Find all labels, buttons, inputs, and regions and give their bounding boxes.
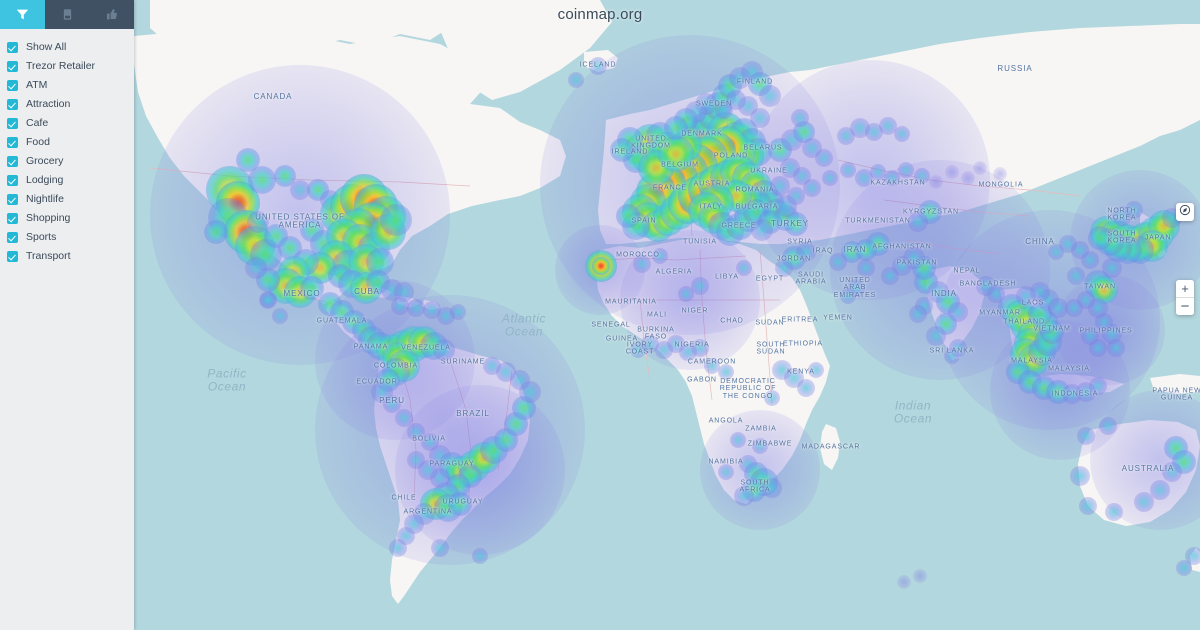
- checkbox-shopping[interactable]: [7, 213, 18, 224]
- checkbox-sports[interactable]: [7, 232, 18, 243]
- checkbox-grocery[interactable]: [7, 156, 18, 167]
- filter-row-trezor-retailer[interactable]: Trezor Retailer: [7, 57, 134, 76]
- filter-label: Attraction: [26, 98, 71, 111]
- checkbox-lodging[interactable]: [7, 175, 18, 186]
- filter-row-atm[interactable]: ATM: [7, 76, 134, 95]
- filter-row-shopping[interactable]: Shopping: [7, 209, 134, 228]
- filter-label: Trezor Retailer: [26, 60, 96, 73]
- coinmap-page: CANADA UNITED STATES OF AMERICA MEXICO CUBA…: [0, 0, 1200, 630]
- sidebar-tabbar: [0, 0, 134, 29]
- filter-row-sports[interactable]: Sports: [7, 228, 134, 247]
- map-canvas[interactable]: CANADA UNITED STATES OF AMERICA MEXICO CUBA…: [0, 0, 1200, 630]
- thumbs-up-icon: [105, 8, 118, 21]
- filter-row-grocery[interactable]: Grocery: [7, 152, 134, 171]
- filter-row-transport[interactable]: Transport: [7, 247, 134, 266]
- filter-label: Cafe: [26, 117, 49, 130]
- filter-row-attraction[interactable]: Attraction: [7, 95, 134, 114]
- filter-row-show-all[interactable]: Show All: [7, 38, 134, 57]
- checkbox-attraction[interactable]: [7, 99, 18, 110]
- checkbox-cafe[interactable]: [7, 118, 18, 129]
- filter-row-lodging[interactable]: Lodging: [7, 171, 134, 190]
- zoom-out-button[interactable]: −: [1176, 298, 1194, 315]
- filter-label: Shopping: [26, 212, 71, 225]
- filter-row-nightlife[interactable]: Nightlife: [7, 190, 134, 209]
- filter-label: Food: [26, 136, 50, 149]
- checkbox-nightlife[interactable]: [7, 194, 18, 205]
- filter-row-cafe[interactable]: Cafe: [7, 114, 134, 133]
- mobile-device-icon: [61, 8, 74, 21]
- checkbox-transport[interactable]: [7, 251, 18, 262]
- tab-filter[interactable]: [0, 0, 45, 29]
- sidebar-panel: Show All Trezor Retailer ATM Attraction Cafe…: [0, 0, 134, 630]
- zoom-in-button[interactable]: +: [1176, 280, 1194, 298]
- tab-mobile[interactable]: [45, 0, 90, 29]
- filter-list: Show All Trezor Retailer ATM Attraction Cafe…: [0, 29, 134, 266]
- locate-compass-icon: [1179, 203, 1191, 221]
- filter-label: ATM: [26, 79, 48, 92]
- filter-label: Lodging: [26, 174, 64, 187]
- checkbox-atm[interactable]: [7, 80, 18, 91]
- checkbox-food[interactable]: [7, 137, 18, 148]
- page-title: coinmap.org: [557, 6, 643, 23]
- filter-label: Grocery: [26, 155, 64, 168]
- checkbox-trezor-retailer[interactable]: [7, 61, 18, 72]
- map-basemap: [0, 0, 1200, 630]
- filter-label: Nightlife: [26, 193, 64, 206]
- filter-row-food[interactable]: Food: [7, 133, 134, 152]
- funnel-icon: [16, 8, 29, 21]
- checkbox-show-all[interactable]: [7, 42, 18, 53]
- filter-label: Show All: [26, 41, 67, 54]
- filter-label: Sports: [26, 231, 57, 244]
- locate-button[interactable]: [1176, 203, 1194, 221]
- tab-like[interactable]: [89, 0, 134, 29]
- filter-label: Transport: [26, 250, 71, 263]
- zoom-controls: + −: [1176, 280, 1194, 315]
